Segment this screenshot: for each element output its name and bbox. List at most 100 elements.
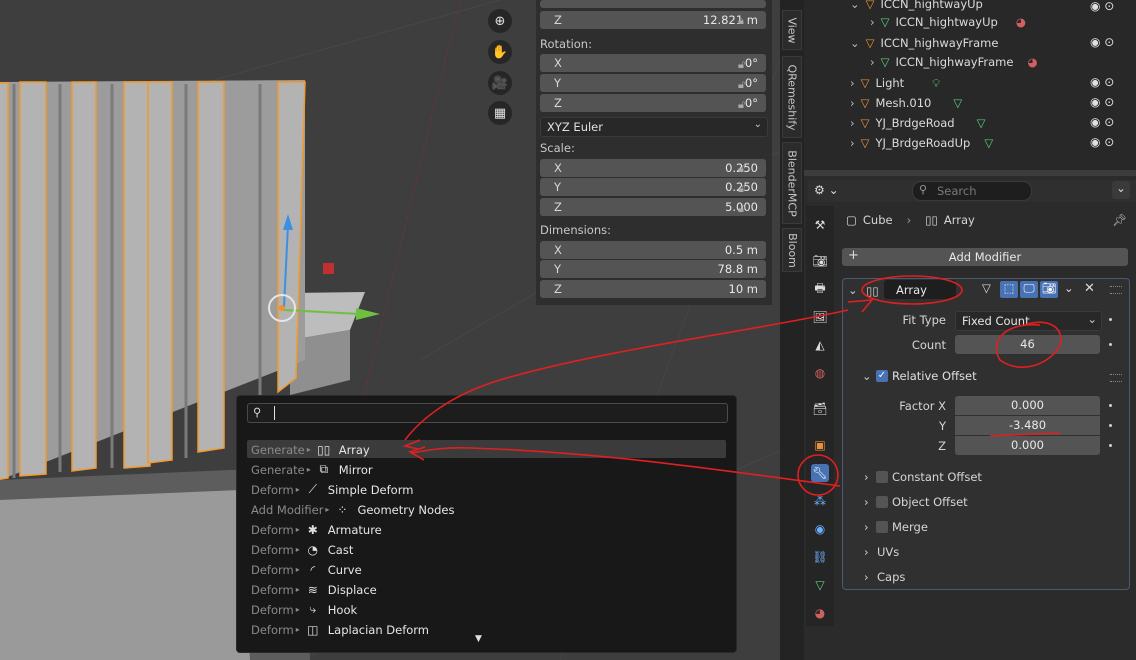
caps-panel[interactable]: Caps — [877, 570, 905, 584]
scroll-down-icon[interactable]: ▼ — [475, 634, 482, 644]
keyframe-dot[interactable] — [1109, 444, 1112, 447]
scale-x-field[interactable]: X 0.250 — [540, 159, 766, 177]
physics-icon[interactable]: ◉ — [811, 520, 829, 538]
merge-panel[interactable]: Merge — [892, 520, 928, 534]
count-field[interactable]: 46 — [955, 335, 1100, 354]
location-y-field[interactable] — [540, 0, 766, 8]
eye-icon[interactable]: ◉ ⊙ — [1090, 72, 1114, 92]
outliner-row[interactable]: › ▽ Light 💡︎ — [850, 73, 940, 93]
object-icon[interactable]: ▣ — [811, 436, 829, 454]
scene-icon[interactable]: ◭ — [811, 336, 829, 354]
dimension-y-field[interactable]: Y 78.8 m — [540, 260, 766, 278]
cage-icon[interactable]: ⬚ — [1000, 281, 1018, 298]
menu-item-curve[interactable]: Deform ▸ ◜ Curve — [247, 560, 725, 579]
factor-z-field[interactable]: 0.000 — [955, 436, 1100, 455]
outliner-row[interactable]: › ▽ ICCN_highwayFrame ◕ — [870, 52, 1037, 72]
collection-icon[interactable]: 🗃︎ — [811, 400, 829, 418]
lock-icon[interactable]: 🔓︎ — [738, 162, 752, 175]
modifier-name-field[interactable]: Array — [884, 280, 956, 299]
factor-x-field[interactable]: 0.000 — [955, 396, 1100, 415]
lock-icon[interactable]: 🔓︎ — [738, 98, 752, 111]
data-icon[interactable]: ▽ — [811, 576, 829, 594]
menu-item-simple-deform[interactable]: Deform ▸ ⟋ Simple Deform — [247, 480, 725, 499]
viewport-display-icon[interactable]: 🖵︎ — [1020, 281, 1038, 298]
constant-offset-checkbox[interactable] — [876, 471, 888, 483]
factor-y-field[interactable]: -3.480 — [955, 416, 1100, 435]
rotation-mode-select[interactable]: XYZ Euler ⌄ — [540, 117, 768, 137]
add-modifier-button[interactable]: + Add Modifier — [842, 248, 1128, 266]
keyframe-dot[interactable] — [1109, 404, 1112, 407]
menu-item-displace[interactable]: Deform ▸ ≋ Displace — [247, 580, 725, 599]
eye-icon[interactable]: ◉ ⊙ — [1090, 92, 1114, 112]
outliner-row[interactable]: › ▽ ICCN_hightwayUp ◕ — [870, 12, 1026, 32]
eye-icon[interactable]: ◉ ⊙ — [1090, 132, 1114, 152]
expand-chevron-icon[interactable]: › — [864, 545, 869, 559]
fit-type-select[interactable]: Fixed Count ⌄ — [955, 311, 1102, 331]
expand-chevron-icon[interactable]: › — [864, 520, 869, 534]
expand-chevron-icon[interactable]: › — [864, 495, 869, 509]
render-camera-icon[interactable]: 📷︎ — [1040, 281, 1058, 298]
particles-icon[interactable]: ⁂ — [811, 492, 829, 510]
menu-item-geometry-nodes[interactable]: Add Modifier ▸ ⁘ Geometry Nodes — [247, 500, 725, 519]
lock-icon[interactable]: 🔓︎ — [738, 58, 752, 71]
dropdown-chevron-icon[interactable]: ⌄ — [1064, 281, 1074, 295]
close-icon[interactable]: ✕ — [1084, 281, 1095, 296]
popup-search-input[interactable]: ⚲ — [247, 403, 728, 423]
menu-item-array[interactable]: Generate ▸ ▯▯ Array — [247, 440, 725, 459]
keyframe-dot[interactable] — [1109, 343, 1112, 346]
world-icon[interactable]: ◍ — [811, 364, 829, 382]
uvs-panel[interactable]: UVs — [877, 545, 899, 559]
outliner-row[interactable]: › ▽ YJ_BrdgeRoad ▽ — [850, 113, 985, 133]
eye-icon[interactable]: ◉ ⊙ — [1090, 32, 1114, 52]
eye-icon[interactable]: ◉ ⊙ — [1090, 112, 1114, 132]
keyframe-dot[interactable] — [1109, 424, 1112, 427]
outliner-row[interactable]: ⌄ ▽ ICCN_highwayFrame — [850, 33, 998, 53]
eye-icon[interactable]: ◉ ⊙ — [1090, 0, 1114, 16]
tab-bloom[interactable]: Bloom — [782, 228, 802, 272]
location-z-field[interactable]: Z 12.821 m — [540, 11, 766, 29]
object-offset-checkbox[interactable] — [876, 496, 888, 508]
edit-mode-icon[interactable]: ▽ — [982, 281, 991, 295]
relative-offset-checkbox[interactable]: ✓ — [876, 370, 888, 382]
collapse-chevron-icon[interactable]: ⌄ — [862, 369, 872, 383]
scale-y-field[interactable]: Y 0.250 — [540, 178, 766, 196]
menu-item-mirror[interactable]: Generate ▸ ⧉ Mirror — [247, 460, 725, 479]
collapse-chevron-icon[interactable]: ⌄ — [848, 283, 858, 297]
rotation-y-field[interactable]: Y 0° — [540, 74, 766, 92]
hand-pan-icon[interactable]: ✋ — [488, 40, 512, 64]
menu-item-hook[interactable]: Deform ▸ ⤷ Hook — [247, 600, 725, 619]
zoom-icon[interactable]: ⊕ — [488, 9, 512, 33]
output-icon[interactable]: 🖶︎ — [811, 280, 829, 298]
outliner-row[interactable]: › ▽ Mesh.010 ▽ — [850, 93, 962, 113]
lock-icon[interactable]: 🔒︎ — [738, 14, 752, 27]
merge-checkbox[interactable] — [876, 521, 888, 533]
modifier-wrench-icon[interactable]: 🔧︎ — [811, 464, 829, 482]
tab-view[interactable]: View — [782, 10, 802, 50]
outliner-row[interactable]: › ▽ YJ_BrdgeRoadUp ▽ — [850, 133, 993, 153]
render-icon[interactable]: 📷︎ — [811, 252, 829, 270]
lock-icon[interactable]: 🔓︎ — [738, 202, 752, 215]
view-layer-icon[interactable]: 🖼︎ — [811, 308, 829, 326]
tab-qremeshify[interactable]: QRemeshify — [782, 56, 802, 138]
menu-item-laplacian-deform[interactable]: Deform ▸ ◫ Laplacian Deform — [247, 620, 725, 639]
dimension-z-field[interactable]: Z 10 m — [540, 280, 766, 298]
drag-handle-icon[interactable] — [1110, 286, 1122, 294]
expand-chevron-icon[interactable]: › — [864, 470, 869, 484]
tab-blendermcp[interactable]: BlenderMCP — [782, 142, 802, 224]
lock-icon[interactable]: 🔓︎ — [738, 182, 752, 195]
dimension-x-field[interactable]: X 0.5 m — [540, 241, 766, 259]
pin-icon[interactable]: 📌︎ — [1112, 213, 1127, 227]
tool-icon[interactable]: ⚒ — [811, 216, 829, 234]
expand-chevron-icon[interactable]: › — [864, 570, 869, 584]
constant-offset-panel[interactable]: Constant Offset — [892, 470, 982, 484]
keyframe-dot[interactable] — [1109, 318, 1112, 321]
lock-icon[interactable]: 🔓︎ — [738, 78, 752, 91]
material-icon[interactable]: ◕ — [811, 604, 829, 622]
camera-icon[interactable]: 🎥 — [488, 71, 512, 95]
constraints-icon[interactable]: ⛓︎ — [811, 548, 829, 566]
grid-icon[interactable]: ▦ — [488, 101, 512, 125]
drag-handle-icon[interactable] — [1110, 374, 1122, 382]
menu-item-cast[interactable]: Deform ▸ ◔ Cast — [247, 540, 725, 559]
rotation-x-field[interactable]: X 0° — [540, 54, 766, 72]
scale-z-field[interactable]: Z 5.000 — [540, 198, 766, 216]
